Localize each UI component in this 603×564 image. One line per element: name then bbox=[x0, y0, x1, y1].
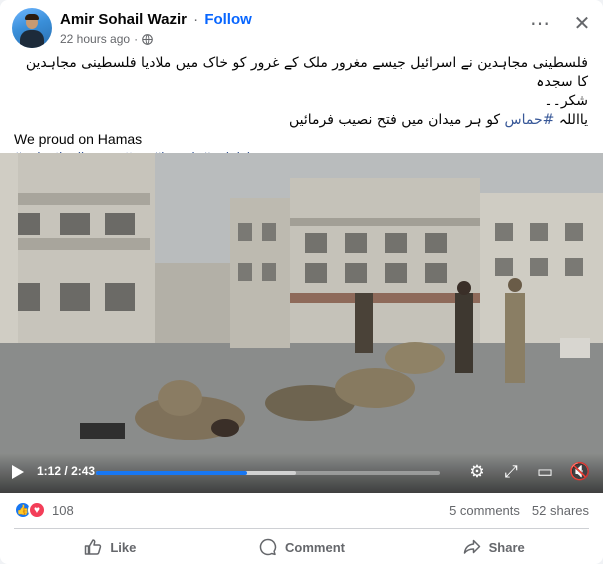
like-button[interactable]: Like bbox=[14, 532, 206, 562]
volume-muted-icon[interactable]: 🔇 bbox=[569, 462, 590, 482]
urdu-line-3-suffix: کو ہر میدان میں فتح نصیب فرمائیں bbox=[289, 112, 501, 128]
header-icons: ⋯ ✕ bbox=[530, 14, 592, 34]
seek-bar[interactable] bbox=[96, 471, 440, 475]
settings-icon[interactable]: ⚙ bbox=[467, 462, 487, 482]
video-control-icons: ⚙ ⤢ ▭ 🔇 bbox=[467, 462, 590, 482]
action-bar: Like Comment Share bbox=[14, 532, 589, 562]
urdu-line-3-prefix: یااللہ bbox=[558, 112, 588, 128]
current-time: 1:12 bbox=[37, 464, 62, 478]
urdu-line-2: شکر۔۔ bbox=[544, 93, 588, 109]
divider bbox=[14, 528, 589, 529]
more-options-icon[interactable]: ⋯ bbox=[530, 14, 550, 34]
progress-fill bbox=[96, 471, 248, 475]
reaction-count[interactable]: 108 bbox=[52, 503, 74, 518]
duration: 2:43 bbox=[71, 464, 96, 478]
share-button[interactable]: Share bbox=[397, 532, 589, 562]
reactions-bar: 👍 ♥ 108 5 comments 52 shares bbox=[14, 500, 589, 520]
english-line: We proud on Hamas bbox=[14, 131, 143, 147]
follow-button[interactable]: Follow bbox=[204, 11, 252, 28]
time-separator: / bbox=[64, 464, 68, 478]
globe-icon bbox=[142, 33, 153, 45]
love-reaction-icon: ♥ bbox=[28, 501, 46, 519]
share-icon bbox=[463, 539, 480, 554]
post-text: فلسطینی مجاہدین نے اسرائیل جیسے مغرور مل… bbox=[14, 54, 588, 166]
comments-count[interactable]: 5 comments bbox=[449, 503, 520, 518]
shares-count[interactable]: 52 shares bbox=[532, 503, 589, 518]
expand-icon[interactable]: ⤢ bbox=[501, 462, 521, 482]
post-timestamp[interactable]: 22 hours ago bbox=[60, 32, 130, 46]
meta-separator: · bbox=[134, 32, 139, 46]
avatar[interactable] bbox=[12, 8, 52, 48]
hashtag-hamas[interactable]: #حماس bbox=[505, 112, 555, 128]
reaction-icons[interactable]: 👍 ♥ bbox=[14, 501, 46, 519]
urdu-line-1: فلسطینی مجاہدین نے اسرائیل جیسے مغرور مل… bbox=[25, 55, 588, 90]
post-card: Amir Sohail Wazir · Follow 22 hours ago … bbox=[0, 0, 603, 564]
play-icon[interactable] bbox=[12, 465, 24, 479]
miniplayer-icon[interactable]: ▭ bbox=[535, 462, 555, 482]
video-player[interactable]: 1:12 / 2:43 ⚙ ⤢ ▭ 🔇 bbox=[0, 153, 603, 493]
close-icon[interactable]: ✕ bbox=[572, 14, 592, 34]
comment-icon bbox=[259, 538, 277, 556]
share-label: Share bbox=[488, 539, 525, 555]
video-frame bbox=[0, 153, 603, 493]
engagement-stats: 5 comments 52 shares bbox=[449, 503, 589, 518]
like-icon bbox=[85, 539, 102, 555]
comment-label: Comment bbox=[285, 539, 345, 555]
author-name[interactable]: Amir Sohail Wazir bbox=[60, 11, 187, 28]
comment-button[interactable]: Comment bbox=[206, 532, 398, 562]
author-row: Amir Sohail Wazir · Follow bbox=[60, 11, 252, 28]
video-controls: 1:12 / 2:43 ⚙ ⤢ ▭ 🔇 bbox=[0, 453, 603, 493]
urdu-line-3: یااللہ #حماس کو ہر میدان میں فتح نصیب فر… bbox=[14, 111, 588, 130]
post-meta: 22 hours ago · bbox=[60, 32, 153, 46]
separator-dot: · bbox=[193, 11, 199, 28]
like-label: Like bbox=[110, 539, 137, 555]
post-header: Amir Sohail Wazir · Follow 22 hours ago … bbox=[12, 8, 592, 48]
video-time: 1:12 / 2:43 bbox=[37, 464, 95, 478]
